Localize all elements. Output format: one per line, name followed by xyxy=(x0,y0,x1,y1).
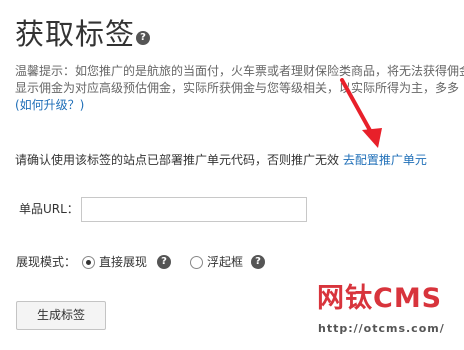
tip-line-2: 显示佣金为对应高级预估佣金，实际所获佣金与您等级相关，以实际所得为主，多多 xyxy=(15,81,460,95)
configure-unit-link[interactable]: 去配置推广单元 xyxy=(343,153,427,167)
option-float-help-icon[interactable]: ? xyxy=(251,255,265,269)
upgrade-link[interactable]: (如何升级？) xyxy=(15,98,84,112)
generate-tag-button[interactable]: 生成标签 xyxy=(16,301,106,330)
watermark-url: http://otcms.com/ xyxy=(318,322,445,335)
title-help-icon[interactable]: ? xyxy=(136,31,150,45)
option-direct-help-icon[interactable]: ? xyxy=(157,255,171,269)
radio-direct[interactable] xyxy=(82,256,95,269)
red-arrow-icon xyxy=(340,78,382,148)
option-float-label[interactable]: 浮起框 xyxy=(207,254,243,271)
watermark-brand: 网钛CMS xyxy=(317,283,443,314)
confirm-text: 请确认使用该标签的站点已部署推广单元代码，否则推广无效 xyxy=(15,153,340,167)
confirm-notice: 请确认使用该标签的站点已部署推广单元代码，否则推广无效 去配置推广单元 xyxy=(15,152,427,169)
option-direct-label[interactable]: 直接展现 xyxy=(99,254,147,271)
url-label: 单品URL： xyxy=(19,202,79,216)
radio-float[interactable] xyxy=(190,256,203,269)
page-title: 获取标签 xyxy=(15,17,136,51)
tip-block: 温馨提示：如您推广的是航旅的当面付，火车票或者理财保险类商品，将无法获得佣金 显… xyxy=(15,63,464,114)
url-input[interactable] xyxy=(81,197,307,222)
mode-label: 展现模式： xyxy=(16,255,77,269)
tip-line-1: 温馨提示：如您推广的是航旅的当面付，火车票或者理财保险类商品，将无法获得佣金 xyxy=(15,64,464,78)
